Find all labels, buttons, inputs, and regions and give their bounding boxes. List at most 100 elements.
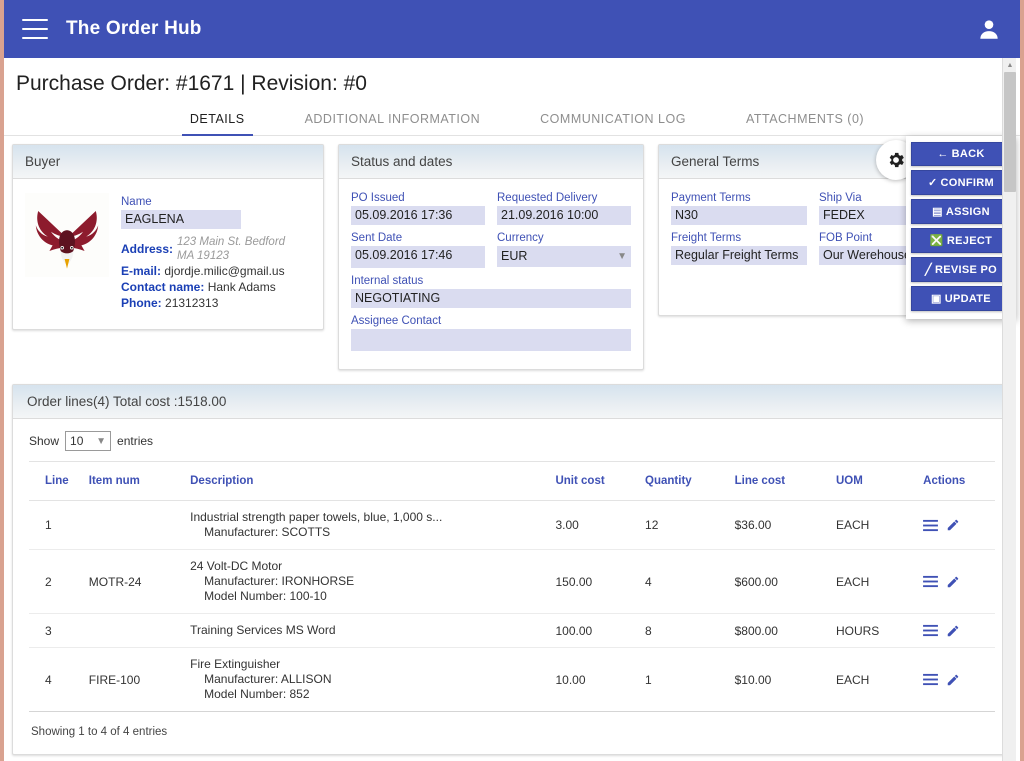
buyer-name-value[interactable]: EAGLENA [121,210,241,229]
update-button[interactable]: ▣ UPDATE [911,286,1011,311]
table-row[interactable]: 2 MOTR-24 24 Volt-DC Motor Manufacturer:… [29,549,995,614]
col-header-actions: Actions [917,461,995,501]
cell-item-num: FIRE-100 [88,672,141,687]
show-entries-control: Show 10 ▼ entries [29,431,995,451]
cell-unit-cost: 3.00 [549,500,640,550]
buyer-address-label: Address: [121,242,174,256]
tab-details[interactable]: DETAILS [160,112,275,136]
col-header-unit-cost[interactable]: Unit cost [549,461,640,501]
currency-group: Currency EUR ▼ [497,231,631,274]
list-icon[interactable] [923,519,939,532]
po-actions-panel: ← BACK ✓ CONFIRM ▤ ASSIGN ❎ REJECT ╱ REVISE P… [906,136,1016,319]
eagle-logo-icon [25,193,109,277]
buyer-address-line2: MA 19123 [177,250,230,262]
requested-delivery-input[interactable]: 21.09.2016 10:00 [497,206,631,225]
order-lines-table-body: 1 Industrial strength paper towels, blue… [29,500,995,712]
order-lines-panel: Order lines(4) Total cost :1518.00 Show … [12,384,1012,755]
buyer-email-value: djordje.milic@gmail.us [164,264,285,278]
cell-quantity: 8 [639,613,729,648]
cell-uom: EACH [829,500,918,550]
row-action-group [923,575,989,589]
cell-actions [917,500,995,550]
sent-date-group: Sent Date 05.09.2016 17:46 [351,231,485,274]
desc-main: Industrial strength paper towels, blue, … [190,510,443,524]
tab-attachments[interactable]: ATTACHMENTS (0) [716,112,894,135]
payment-terms-group: Payment Terms N30 [671,191,807,231]
freight-terms-input[interactable]: Regular Freight Terms [671,246,807,265]
confirm-button[interactable]: ✓ CONFIRM [911,170,1011,195]
back-button[interactable]: ← BACK [911,142,1011,166]
reject-button[interactable]: ❎ REJECT [911,228,1011,253]
row-action-group [923,673,989,687]
col-header-description[interactable]: Description [184,461,550,501]
cell-unit-cost: 10.00 [555,672,586,687]
list-icon[interactable] [923,575,939,588]
payment-terms-label: Payment Terms [671,192,751,204]
cell-line: 4 [45,672,52,687]
status-card-title: Status and dates [339,145,643,179]
desc-sub-1: Manufacturer: IRONHORSE [204,574,355,588]
cell-description: Training Services MS Word [184,613,550,648]
account-icon[interactable] [976,16,1002,42]
app-window: The Order Hub Purchase Order: #1671 | Re… [0,0,1024,761]
buyer-address-line1: 123 Main St. Bedford [177,236,286,248]
page-scrollbar[interactable]: ▲ [1002,58,1016,761]
cell-unit-cost: 150.00 [549,549,640,614]
currency-select[interactable]: EUR ▼ [497,246,631,267]
internal-status-label: Internal status [351,275,424,287]
desc-main: Training Services MS Word [190,623,336,637]
buyer-contact-label: Contact name: [121,280,205,294]
row-action-group [923,518,989,532]
buyer-email-label: E-mail: [121,264,162,278]
tab-communication-log[interactable]: COMMUNICATION LOG [510,112,716,135]
hamburger-icon[interactable] [22,19,48,39]
tab-additional-information[interactable]: ADDITIONAL INFORMATION [275,112,511,135]
desc-sub-2: Model Number: 100-10 [204,589,327,603]
list-icon[interactable] [923,624,939,637]
order-lines-table: Line Item num Description Unit cost Quan… [29,461,995,712]
internal-status-input[interactable]: NEGOTIATING [351,289,631,308]
table-row[interactable]: 1 Industrial strength paper towels, blue… [29,500,995,550]
assign-button[interactable]: ▤ ASSIGN [911,199,1011,224]
buyer-phone-label: Phone: [121,296,162,310]
row-action-group [923,624,989,638]
assignee-contact-input[interactable] [351,329,631,351]
sent-date-input[interactable]: 05.09.2016 17:46 [351,246,485,268]
col-header-line-cost[interactable]: Line cost [728,461,830,501]
requested-delivery-label: Requested Delivery [497,192,598,204]
pencil-icon[interactable] [946,624,960,638]
desc-main: 24 Volt-DC Motor [190,559,283,573]
page-size-select[interactable]: 10 ▼ [65,431,112,451]
cell-actions [917,648,995,712]
po-issued-group: PO Issued 05.09.2016 17:36 [351,191,485,231]
table-row[interactable]: 4 FIRE-100 Fire Extinguisher Manufacture… [29,648,995,712]
buyer-phone-row: Phone: 21312313 [121,295,311,311]
tab-bar: DETAILS ADDITIONAL INFORMATION COMMUNICA… [4,104,1020,136]
show-label: Show [29,434,60,448]
col-header-uom[interactable]: UOM [829,461,918,501]
pencil-icon[interactable] [946,518,960,532]
scroll-up-arrow-icon[interactable]: ▲ [1003,58,1017,72]
col-header-line[interactable]: Line [29,461,83,501]
col-header-quantity[interactable]: Quantity [639,461,729,501]
detail-cards-row: Buyer Name EAGLENA Address: 123 Main St.… [4,136,1020,370]
scrollbar-thumb[interactable] [1004,72,1016,192]
buyer-address-value: 123 Main St. Bedford MA 19123 [177,235,285,263]
payment-terms-input[interactable]: N30 [671,206,807,225]
pencil-icon[interactable] [946,575,960,589]
buyer-email-row: E-mail: djordje.milic@gmail.us [121,263,311,279]
status-row-2: Sent Date 05.09.2016 17:46 Currency EUR … [351,231,631,274]
assign-button-label: ASSIGN [945,206,990,218]
pencil-icon[interactable] [946,673,960,687]
page-title: Purchase Order: #1671 | Revision: #0 [16,72,367,95]
cell-description: 24 Volt-DC Motor Manufacturer: IRONHORSE… [184,549,550,614]
cell-line-cost: $10.00 [734,672,772,687]
col-header-item-num[interactable]: Item num [82,461,185,501]
list-icon[interactable] [923,673,939,686]
revise-po-button[interactable]: ╱ REVISE PO [911,257,1011,282]
table-row[interactable]: 3 Training Services MS Word 100.00 8 $80… [29,613,995,648]
po-issued-input[interactable]: 05.09.2016 17:36 [351,206,485,225]
currency-label: Currency [497,232,544,244]
buyer-contact-row: Contact name: Hank Adams [121,279,311,295]
chevron-down-icon: ▼ [96,435,107,447]
